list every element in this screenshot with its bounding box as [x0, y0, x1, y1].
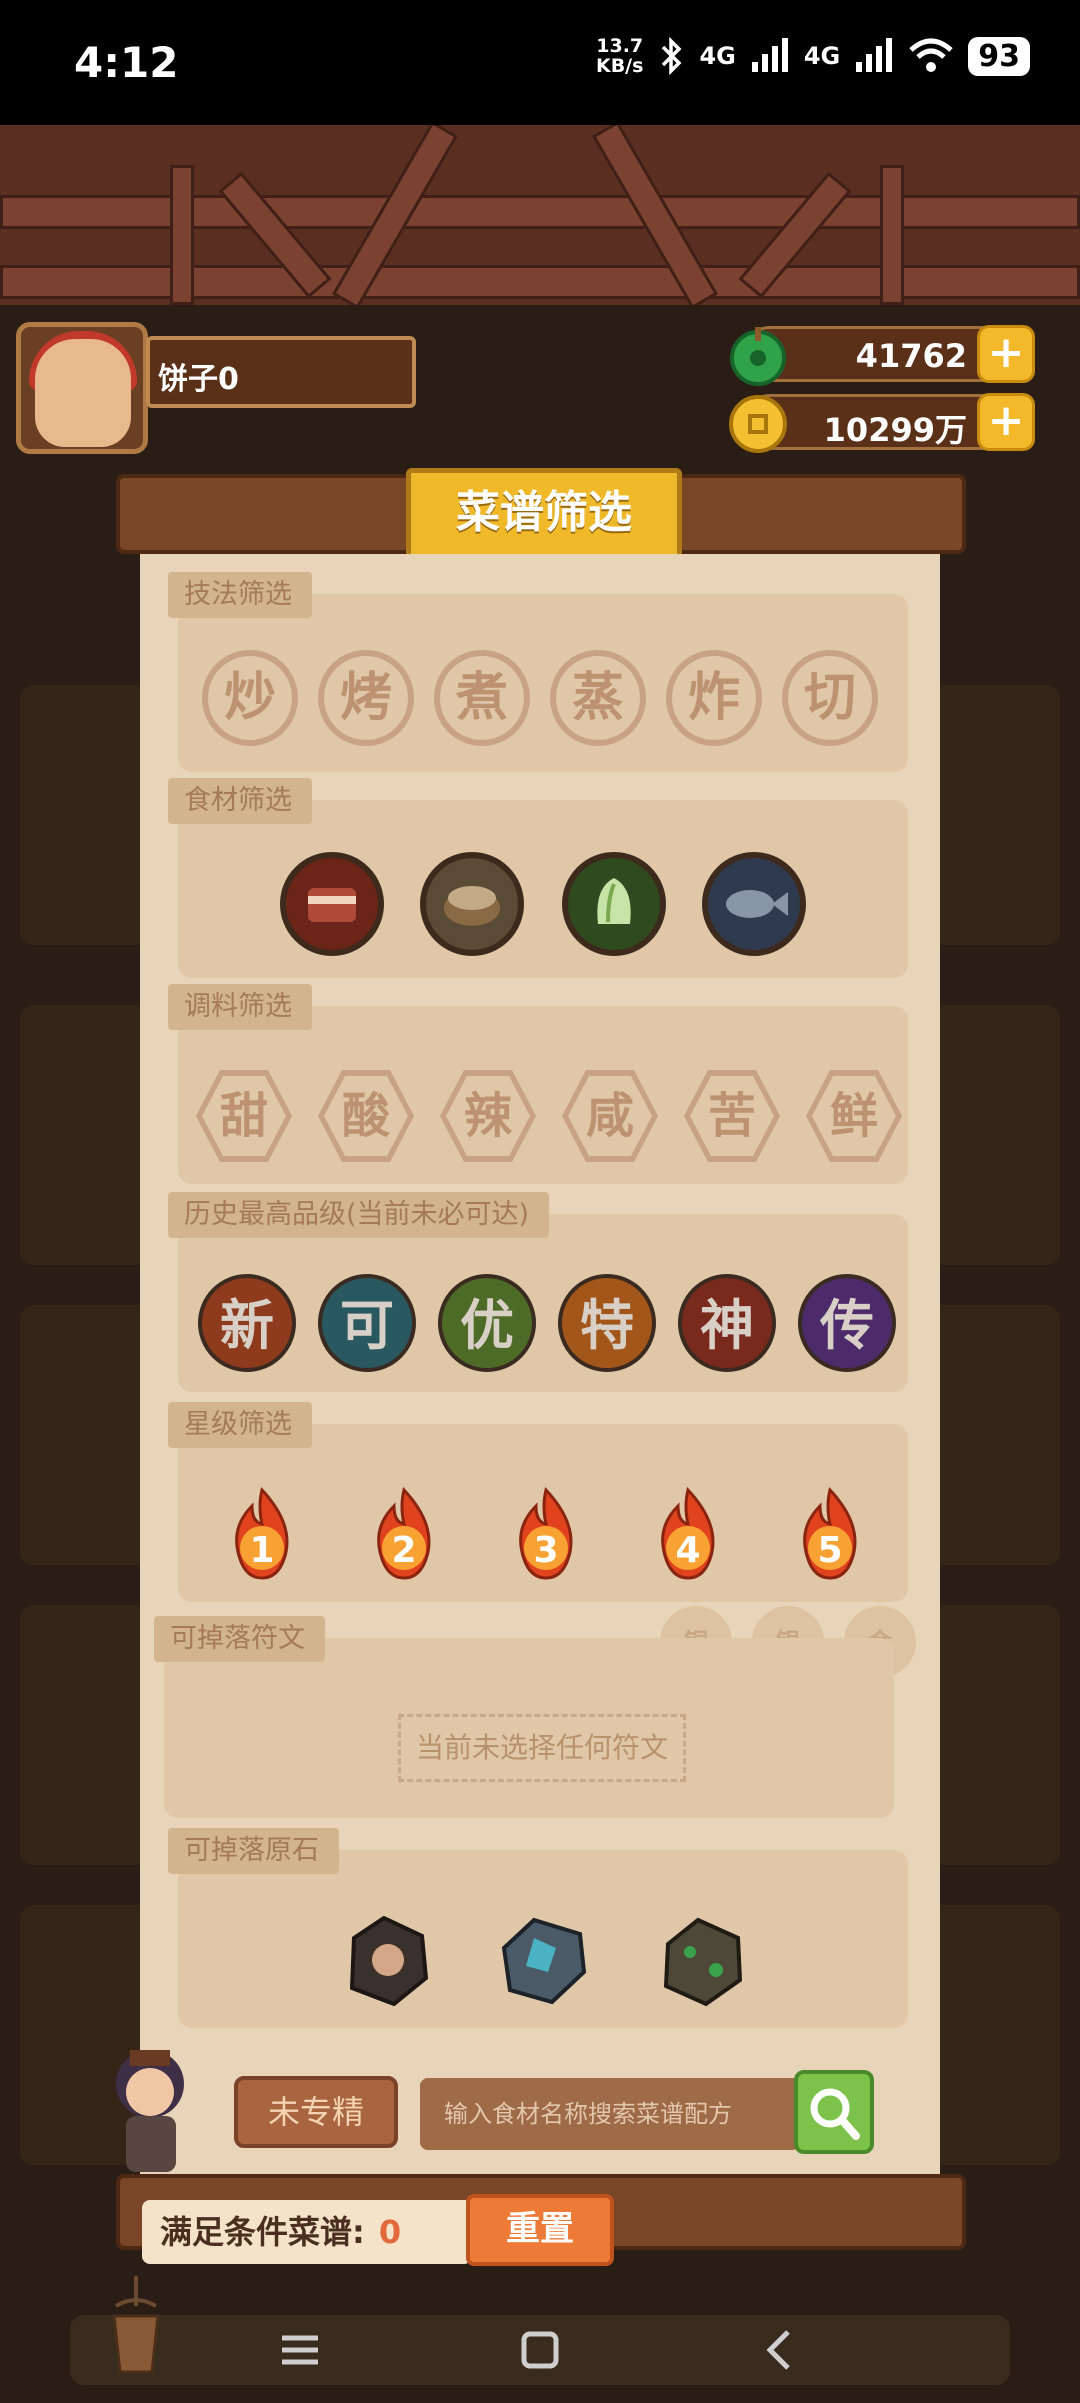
modal-title: 菜谱筛选: [406, 468, 682, 560]
roof-beams: [0, 125, 1080, 305]
vegetable-icon[interactable]: [562, 852, 666, 956]
bluetooth-icon: [662, 37, 682, 75]
player-name: 饼子0: [146, 336, 416, 408]
star-3-button[interactable]: 3: [506, 1486, 586, 1582]
star-5-button[interactable]: 5: [790, 1486, 870, 1582]
network-type-2: 4G: [803, 42, 841, 70]
home-icon[interactable]: [510, 2320, 570, 2380]
stone-brown-icon[interactable]: [334, 1908, 438, 2012]
rune-label: 可掉落符文: [154, 1616, 325, 1662]
stone-filter: 可掉落原石: [168, 1828, 908, 2028]
grade-divine[interactable]: 神: [678, 1274, 776, 1372]
stone-green-icon[interactable]: [650, 1908, 754, 2012]
coin-currency: 10299万 +: [729, 393, 1035, 453]
coin-icon: [729, 395, 787, 453]
grade-special[interactable]: 特: [558, 1274, 656, 1372]
stone-blue-icon[interactable]: [490, 1908, 594, 2012]
status-icons: 13.7 KB/s 4G 4G 93: [596, 36, 1030, 76]
technique-deep-fry[interactable]: 炸: [666, 650, 762, 746]
jade-icon: [730, 327, 786, 386]
technique-cut[interactable]: 切: [782, 650, 878, 746]
system-nav-bar: [0, 2290, 1080, 2403]
grade-good[interactable]: 优: [438, 1274, 536, 1372]
seasoning-umami[interactable]: 鲜: [806, 1070, 902, 1162]
status-bar: 4:12 13.7 KB/s 4G 4G 93: [0, 0, 1080, 125]
technique-stir-fry[interactable]: 炒: [202, 650, 298, 746]
result-count-label: 满足条件菜谱:: [160, 2213, 365, 2251]
reset-button[interactable]: 重置: [466, 2194, 614, 2266]
grain-icon[interactable]: [420, 852, 524, 956]
grade-label: 历史最高品级(当前未必可达): [168, 1192, 550, 1238]
battery-indicator: 93: [968, 36, 1030, 76]
seasoning-salty[interactable]: 咸: [562, 1070, 658, 1162]
back-icon[interactable]: [750, 2320, 810, 2380]
grade-new[interactable]: 新: [198, 1274, 296, 1372]
seasoning-label: 调料筛选: [168, 984, 312, 1030]
specialize-toggle-button[interactable]: 未专精: [234, 2076, 398, 2148]
seasoning-spicy[interactable]: 辣: [440, 1070, 536, 1162]
result-count-value: 0: [378, 2213, 402, 2251]
fish-icon[interactable]: [702, 852, 806, 956]
net-speed: 13.7 KB/s: [595, 35, 644, 77]
technique-roast[interactable]: 烤: [318, 650, 414, 746]
technique-label: 技法筛选: [168, 572, 312, 618]
menu-icon[interactable]: [270, 2320, 330, 2380]
meat-icon[interactable]: [280, 852, 384, 956]
ingredient-label: 食材筛选: [168, 778, 312, 824]
grade-ok[interactable]: 可: [318, 1274, 416, 1372]
technique-filter: 技法筛选 炒 烤 煮 蒸 炸 切: [168, 572, 908, 772]
add-coin-button[interactable]: +: [977, 393, 1035, 451]
seasoning-sweet[interactable]: 甜: [196, 1070, 292, 1162]
recipe-search-input[interactable]: 输入食材名称搜索菜谱配方: [420, 2078, 800, 2150]
status-time: 4:12: [74, 38, 179, 87]
technique-boil[interactable]: 煮: [434, 650, 530, 746]
jade-currency: 41762 +: [730, 325, 1035, 386]
coin-value: 10299万: [823, 411, 967, 449]
star-4-button[interactable]: 4: [648, 1486, 728, 1582]
app-root: 4:12 13.7 KB/s 4G 4G 93 饼子0 41762 + 1029…: [0, 0, 1080, 2403]
network-type-1: 4G: [699, 42, 736, 70]
stone-label: 可掉落原石: [168, 1828, 339, 1874]
star-label: 星级筛选: [168, 1402, 312, 1448]
result-count-box: 满足条件菜谱: 0: [142, 2200, 472, 2264]
technique-steam[interactable]: 蒸: [550, 650, 646, 746]
seasoning-sour[interactable]: 酸: [318, 1070, 414, 1162]
star-2-button[interactable]: 2: [364, 1486, 444, 1582]
rune-empty-message: 当前未选择任何符文: [398, 1714, 686, 1782]
filter-panel: 技法筛选 炒 烤 煮 蒸 炸 切 食材筛选 调料筛选 甜 酸 辣 咸 苦 鲜 历…: [140, 554, 940, 2174]
jade-value: 41762: [855, 337, 967, 375]
signal-icon: [856, 38, 893, 72]
player-avatar[interactable]: [16, 322, 148, 454]
star-filter: 星级筛选 1 2 3 4 5: [168, 1402, 908, 1602]
signal-icon: [751, 38, 788, 72]
grade-legend[interactable]: 传: [798, 1274, 896, 1372]
grade-filter: 历史最高品级(当前未必可达) 新 可 优 特 神 传: [168, 1192, 908, 1392]
wifi-icon: [909, 38, 953, 72]
star-1-button[interactable]: 1: [222, 1486, 302, 1582]
add-jade-button[interactable]: +: [977, 325, 1035, 383]
chef-character-icon: [116, 2050, 184, 2172]
search-icon: [810, 2088, 860, 2140]
search-button[interactable]: [794, 2070, 874, 2154]
seasoning-bitter[interactable]: 苦: [684, 1070, 780, 1162]
ingredient-filter: 食材筛选: [168, 778, 908, 978]
seasoning-filter: 调料筛选 甜 酸 辣 咸 苦 鲜: [168, 984, 908, 1184]
